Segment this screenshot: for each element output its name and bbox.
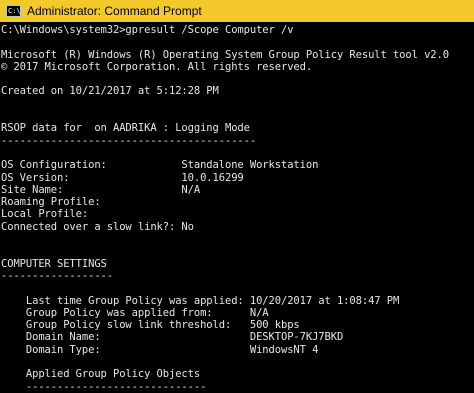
console-line: RSOP data for on AADRIKA : Logging Mode bbox=[1, 122, 250, 135]
console-line: Last time Group Policy was applied: 10/2… bbox=[1, 294, 400, 307]
window-title: Administrator: Command Prompt bbox=[27, 4, 202, 18]
console-line: COMPUTER SETTINGS bbox=[1, 257, 107, 270]
console-line: C:\Windows\system32>gpresult /Scope Comp… bbox=[1, 24, 294, 36]
console-line: ----------------------------------------… bbox=[1, 134, 257, 147]
title-bar[interactable]: C:\ Administrator: Command Prompt bbox=[0, 0, 474, 22]
console-line: Domain Name: DESKTOP-7KJ7BKD bbox=[1, 331, 344, 344]
cmd-icon: C:\ bbox=[6, 5, 21, 17]
console-line: © 2017 Microsoft Corporation. All rights… bbox=[1, 60, 313, 73]
console-line: ------------------ bbox=[1, 269, 113, 282]
console-line: Microsoft (R) Windows (R) Operating Syst… bbox=[1, 48, 449, 61]
console-line: Roaming Profile: bbox=[1, 196, 101, 209]
console-line: ----------------------------- bbox=[1, 380, 207, 393]
console-line: Connected over a slow link?: No bbox=[1, 220, 194, 233]
console-line: Group Policy slow link threshold: 500 kb… bbox=[1, 319, 300, 332]
console-line: OS Configuration: Standalone Workstation bbox=[1, 159, 319, 172]
console-line: Group Policy was applied from: N/A bbox=[1, 306, 269, 319]
console-output[interactable]: C:\Windows\system32>gpresult /Scope Comp… bbox=[0, 22, 474, 393]
console-line: Domain Type: WindowsNT 4 bbox=[1, 343, 319, 356]
console-line: OS Version: 10.0.16299 bbox=[1, 171, 244, 184]
console-line: Site Name: N/A bbox=[1, 183, 201, 196]
console-line: Local Profile: bbox=[1, 208, 89, 221]
console-line: Created on ‎10/‎21/‎2017 at 5:12:28 PM bbox=[1, 85, 219, 98]
console-line: Applied Group Policy Objects bbox=[1, 368, 201, 381]
